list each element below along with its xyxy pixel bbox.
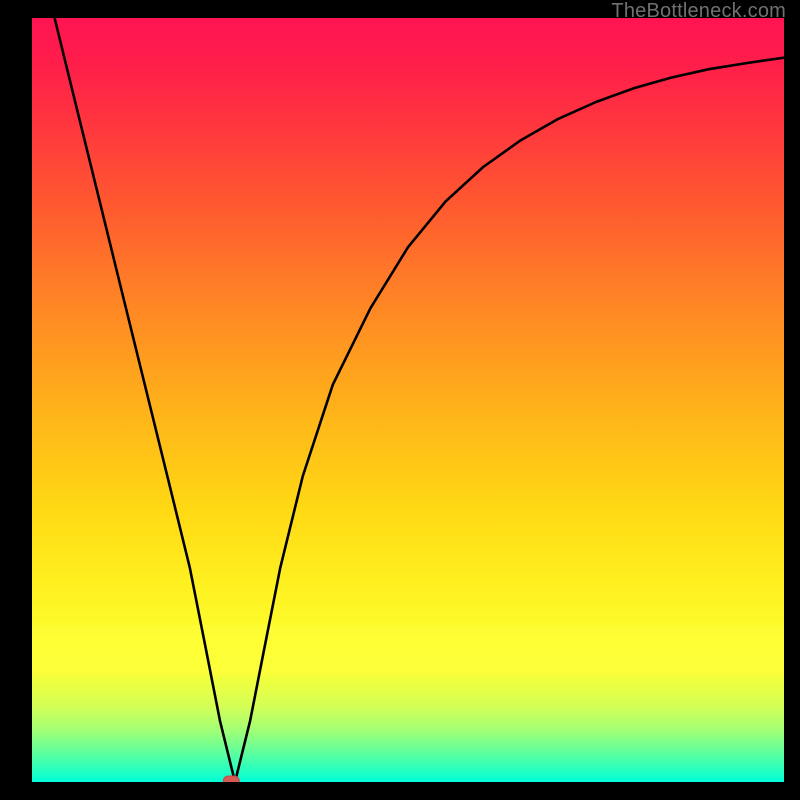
minimum-marker xyxy=(223,776,239,782)
bottleneck-curve xyxy=(55,18,784,782)
curve-layer xyxy=(32,18,784,782)
attribution-text: TheBottleneck.com xyxy=(611,0,786,23)
chart-frame: TheBottleneck.com xyxy=(0,0,800,800)
plot-area xyxy=(32,18,784,782)
